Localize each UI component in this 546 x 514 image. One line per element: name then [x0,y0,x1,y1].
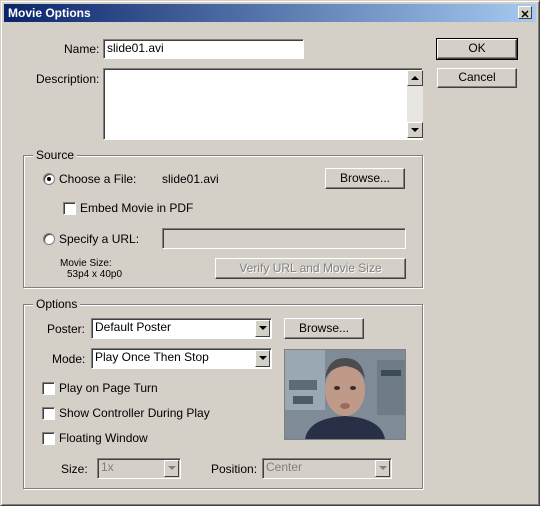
embed-movie-label: Embed Movie in PDF [80,201,194,215]
name-input[interactable]: slide01.avi [103,39,304,59]
close-icon [521,10,529,18]
source-group-title: Source [33,148,78,162]
size-select-value: 1x [101,460,114,474]
description-scrollbar[interactable] [407,70,423,138]
movie-size-label: Movie Size: [60,258,112,269]
floating-window-checkbox[interactable] [42,432,55,445]
mode-select-value: Play Once Then Stop [95,350,209,364]
url-input[interactable] [162,228,406,249]
close-button[interactable] [518,6,532,19]
description-textarea[interactable] [103,68,423,140]
dialog-title: Movie Options [8,6,91,20]
play-on-turn-checkbox[interactable] [42,382,55,395]
movie-size-value: 53p4 x 40p0 [67,269,123,280]
embed-movie-checkbox[interactable] [63,202,76,215]
file-name: slide01.avi [162,172,219,186]
options-group-title: Options [33,297,81,311]
position-select-value: Center [266,460,303,474]
scroll-down-icon[interactable] [407,122,423,138]
choose-file-radio[interactable] [43,173,55,185]
description-label: Description: [36,72,100,86]
show-controller-checkbox[interactable] [42,407,55,420]
mode-label: Mode: [52,352,86,366]
source-browse-button[interactable]: Browse... [325,168,405,189]
show-controller-label: Show Controller During Play [59,406,210,420]
position-label: Position: [211,462,258,476]
poster-select-value: Default Poster [95,320,172,334]
chevron-down-icon[interactable] [255,350,270,367]
ok-button[interactable]: OK [436,38,518,60]
title-bar: Movie Options [4,4,536,22]
poster-label: Poster: [47,322,86,336]
size-label: Size: [61,462,88,476]
movie-options-dialog: Movie Options Name: slide01.avi Descript… [0,0,540,506]
poster-select[interactable]: Default Poster [91,318,272,339]
size-select[interactable]: 1x [97,458,181,479]
chevron-down-icon[interactable] [375,460,390,477]
poster-preview-image [284,349,406,440]
choose-file-label: Choose a File: [59,172,137,186]
specify-url-label: Specify a URL: [59,232,140,246]
verify-url-button[interactable]: Verify URL and Movie Size [215,258,406,279]
floating-window-label: Floating Window [59,431,148,445]
position-select[interactable]: Center [262,458,392,479]
chevron-down-icon[interactable] [255,320,270,337]
scroll-up-icon[interactable] [407,70,423,86]
cancel-button[interactable]: Cancel [437,68,517,88]
chevron-down-icon[interactable] [164,460,179,477]
play-on-turn-label: Play on Page Turn [59,381,158,395]
specify-url-radio[interactable] [43,233,55,245]
poster-browse-button[interactable]: Browse... [284,318,364,339]
name-label: Name: [64,42,100,56]
poster-photo [285,350,405,439]
mode-select[interactable]: Play Once Then Stop [91,348,272,369]
